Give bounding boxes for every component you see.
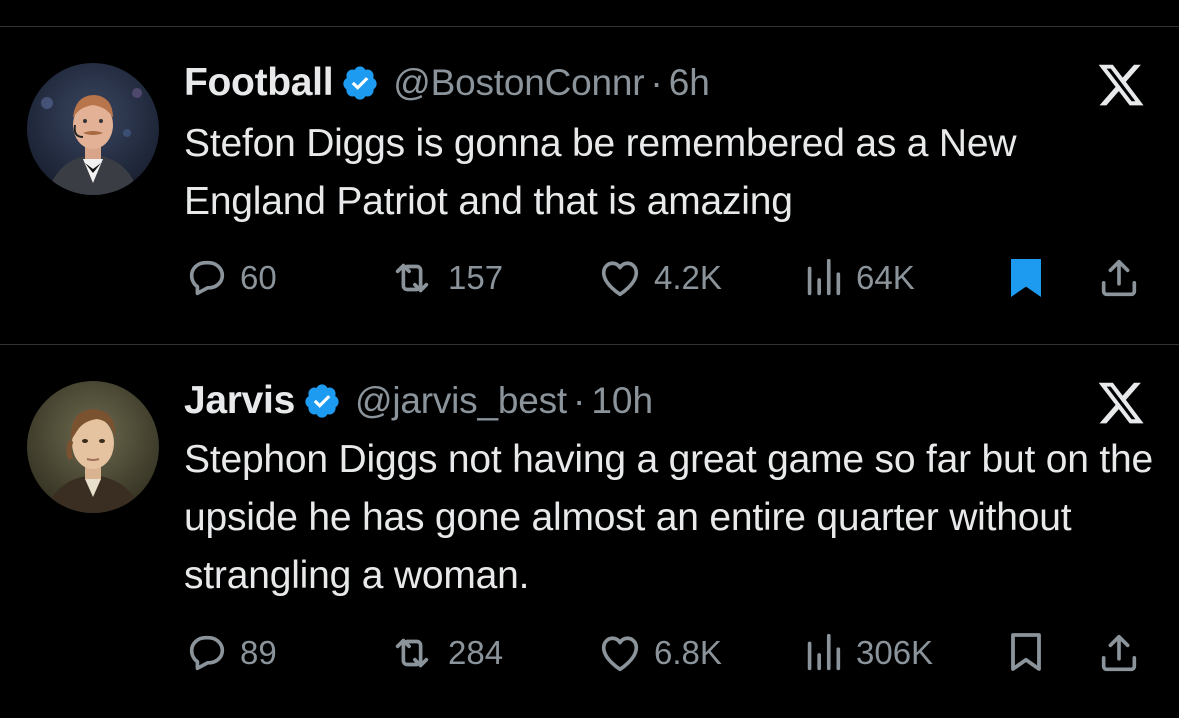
repost-button[interactable]: 157 xyxy=(386,253,503,303)
reply-icon xyxy=(189,635,225,671)
like-icon xyxy=(601,261,639,297)
repost-count: 157 xyxy=(448,259,504,296)
display-name[interactable]: Football xyxy=(184,61,334,105)
like-count: 6.8K xyxy=(654,634,722,671)
like-button[interactable]: 6.8K xyxy=(596,628,722,678)
x-logo-icon xyxy=(1095,60,1147,110)
tweet-text: Stephon Diggs not having a great game so… xyxy=(184,438,1153,597)
views-count: 306K xyxy=(856,634,934,671)
separator-dot: · xyxy=(650,62,663,103)
reply-icon xyxy=(189,260,225,296)
reply-button[interactable]: 60 xyxy=(184,253,277,303)
tweet-1[interactable]: Football @BostonConnr · 6h Stefon Diggs … xyxy=(0,0,1179,344)
reply-button[interactable]: 89 xyxy=(184,628,277,678)
views-count: 64K xyxy=(856,259,915,296)
tweet-header: Football @BostonConnr · 6h xyxy=(184,58,1079,108)
reply-count: 60 xyxy=(240,259,277,296)
reply-count: 89 xyxy=(240,634,277,671)
tweet-actions: 89 284 6.8K 306K xyxy=(184,628,1154,678)
bookmark-icon xyxy=(1011,633,1041,671)
timestamp[interactable]: 6h xyxy=(669,62,710,104)
avatar[interactable] xyxy=(27,63,159,195)
tweet-2[interactable]: Jarvis @jarvis_best · 10h Stephon Diggs … xyxy=(0,345,1179,718)
display-name[interactable]: Jarvis xyxy=(184,379,295,423)
avatar-image xyxy=(27,381,159,513)
like-count: 4.2K xyxy=(654,259,722,296)
share-button[interactable] xyxy=(1096,628,1142,678)
tweet-text: Stefon Diggs is gonna be remembered as a… xyxy=(184,122,1017,223)
share-icon xyxy=(1101,634,1137,672)
bookmark-button[interactable] xyxy=(1002,628,1050,678)
tweet-header: Jarvis @jarvis_best · 10h xyxy=(184,376,1079,426)
bookmark-button[interactable] xyxy=(1002,253,1050,303)
separator-dot: · xyxy=(573,380,586,421)
repost-count: 284 xyxy=(448,634,504,671)
x-logo-icon xyxy=(1095,378,1147,428)
tweet-actions: 60 157 4.2K 64K xyxy=(184,253,1154,303)
verified-badge-icon xyxy=(341,64,379,102)
bookmark-icon xyxy=(1011,259,1041,297)
handle[interactable]: @jarvis_best xyxy=(355,380,567,422)
share-icon xyxy=(1101,259,1137,297)
views-icon xyxy=(807,258,841,296)
like-button[interactable]: 4.2K xyxy=(596,253,722,303)
avatar[interactable] xyxy=(27,381,159,513)
handle[interactable]: @BostonConnr xyxy=(393,62,644,104)
verified-badge-icon xyxy=(303,382,341,420)
repost-icon xyxy=(395,638,429,668)
views-icon xyxy=(807,633,841,671)
views-button[interactable]: 64K xyxy=(800,253,915,303)
avatar-image xyxy=(27,63,159,195)
views-button[interactable]: 306K xyxy=(800,628,933,678)
share-button[interactable] xyxy=(1096,253,1142,303)
like-icon xyxy=(601,636,639,672)
timestamp[interactable]: 10h xyxy=(591,380,653,422)
repost-icon xyxy=(395,263,429,293)
repost-button[interactable]: 284 xyxy=(386,628,503,678)
